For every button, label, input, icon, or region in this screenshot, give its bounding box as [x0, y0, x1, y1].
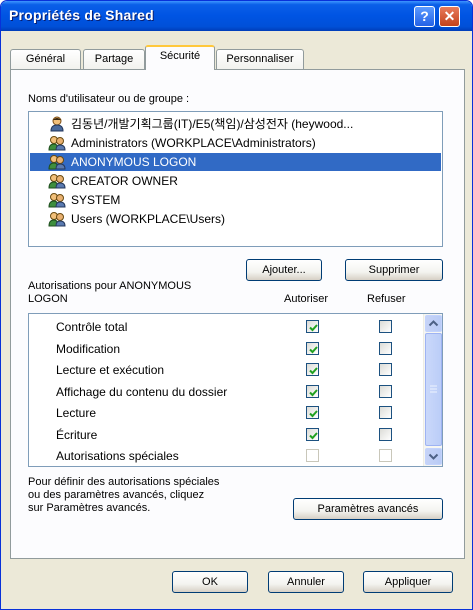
deny-checkbox: [379, 449, 392, 462]
help-button[interactable]: ?: [414, 6, 435, 27]
window-title: Propriétés de Shared: [9, 7, 154, 23]
allow-checkbox[interactable]: [306, 406, 319, 419]
permission-row: Lecture et exécution: [29, 360, 424, 381]
allow-checkbox: [306, 449, 319, 462]
user-group-list[interactable]: 김동년/개발기획그룹(IT)/E5(책임)/삼성전자 (heywood... A…: [28, 111, 443, 247]
properties-dialog: Propriétés de Shared ? ✕ Général Partage…: [0, 0, 473, 610]
permission-name: Lecture: [56, 406, 97, 420]
permission-row: Modification: [29, 339, 424, 360]
tab-customize[interactable]: Personnaliser: [216, 49, 304, 69]
permission-name: Écriture: [56, 427, 98, 442]
deny-checkbox[interactable]: [379, 363, 392, 376]
permission-row: Affichage du contenu du dossier: [29, 382, 424, 403]
tab-sharing[interactable]: Partage: [83, 49, 145, 69]
group-name: CREATOR OWNER: [71, 174, 178, 188]
add-button[interactable]: Ajouter...: [246, 259, 322, 281]
allow-checkbox[interactable]: [306, 384, 319, 398]
permission-name: Autorisations spéciales: [56, 449, 179, 463]
deny-checkbox[interactable]: [379, 427, 392, 441]
deny-checkbox[interactable]: [379, 384, 392, 398]
permission-row: Lecture: [29, 403, 424, 424]
permissions-list[interactable]: Contrôle total Modification Lecture et exé…: [28, 313, 443, 467]
advanced-hint-line1: Pour définir des autorisations spéciales: [28, 476, 220, 488]
permission-name: Contrôle total: [56, 320, 128, 334]
group-name: Administrators (WORKPLACE\Administrators…: [71, 136, 316, 150]
permission-name: Modification: [56, 341, 121, 356]
scroll-thumb[interactable]: [425, 333, 442, 446]
allow-column-header: Autoriser: [284, 293, 329, 305]
allow-checkbox[interactable]: [306, 363, 319, 376]
apply-button[interactable]: Appliquer: [363, 571, 453, 593]
list-item[interactable]: SYSTEM: [30, 191, 441, 209]
allow-checkbox[interactable]: [306, 427, 319, 441]
deny-checkbox[interactable]: [379, 341, 392, 355]
user-icon: [48, 116, 66, 132]
permission-name: Affichage du contenu du dossier: [56, 384, 228, 399]
group-name: Users (WORKPLACE\Users): [71, 212, 226, 226]
deny-column-header: Refuser: [367, 293, 406, 305]
list-item[interactable]: CREATOR OWNER: [30, 172, 441, 190]
permission-name: Lecture et exécution: [56, 363, 165, 377]
group-name: SYSTEM: [71, 193, 121, 207]
list-item[interactable]: Administrators (WORKPLACE\Administrators…: [30, 134, 441, 152]
advanced-settings-button[interactable]: Paramètres avancés: [293, 498, 443, 520]
permissions-scrollbar[interactable]: [423, 314, 442, 466]
group-name: ANONYMOUS LOGON: [71, 155, 197, 169]
scroll-down-button[interactable]: [425, 448, 442, 465]
ok-button[interactable]: OK: [172, 571, 248, 593]
group-icon: [48, 211, 66, 227]
advanced-hint-line3: sur Paramètres avancés.: [28, 502, 151, 514]
close-button[interactable]: ✕: [439, 6, 460, 27]
remove-button[interactable]: Supprimer: [345, 259, 443, 281]
permissions-label-line1: Autorisations pour ANONYMOUS: [28, 280, 192, 292]
tab-general[interactable]: Général: [10, 49, 81, 69]
permission-row: Écriture: [29, 425, 424, 446]
scroll-up-button[interactable]: [425, 315, 442, 332]
title-bar[interactable]: Propriétés de Shared ? ✕: [1, 1, 472, 31]
permission-row: Contrôle total: [29, 317, 424, 338]
list-item[interactable]: ANONYMOUS LOGON: [30, 153, 441, 171]
user-name: 김동년/개발기획그룹(IT)/E5(책임)/삼성전자 (heywood...: [71, 117, 354, 131]
group-icon: [48, 135, 66, 151]
permission-row: Autorisations spéciales: [29, 446, 424, 466]
users-list-label: Noms d'utilisateur ou de groupe :: [28, 93, 190, 105]
tab-security[interactable]: Sécurité: [145, 45, 215, 70]
cancel-button[interactable]: Annuler: [268, 571, 344, 593]
deny-checkbox[interactable]: [379, 406, 392, 419]
group-icon: [48, 154, 66, 170]
allow-checkbox[interactable]: [306, 320, 319, 333]
advanced-hint-line2: ou des paramètres avancés, cliquez: [28, 489, 205, 501]
allow-checkbox[interactable]: [306, 341, 319, 355]
permissions-label-line2: LOGON: [28, 293, 68, 305]
list-item[interactable]: 김동년/개발기획그룹(IT)/E5(책임)/삼성전자 (heywood...: [30, 115, 441, 133]
list-item[interactable]: Users (WORKPLACE\Users): [30, 210, 441, 228]
deny-checkbox[interactable]: [379, 320, 392, 333]
group-icon: [48, 192, 66, 208]
group-icon: [48, 173, 66, 189]
